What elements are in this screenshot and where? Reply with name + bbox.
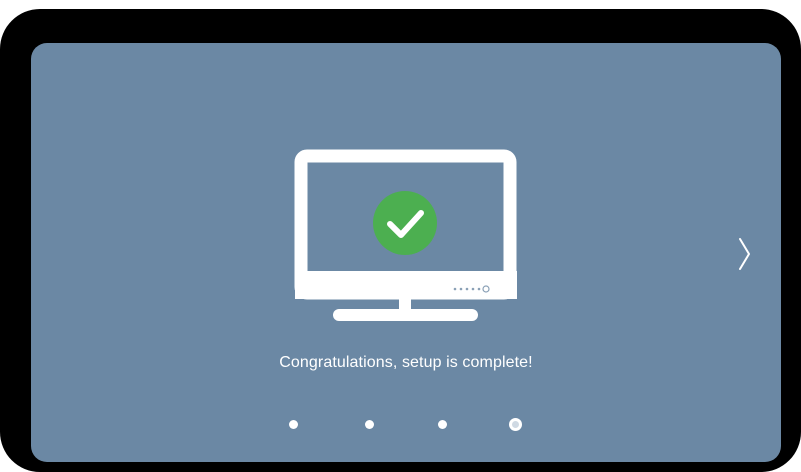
page-dot-2[interactable] <box>365 420 374 429</box>
chevron-right-icon[interactable] <box>734 236 756 272</box>
monitor-illustration <box>294 149 517 321</box>
setup-screen: Congratulations, setup is complete! <box>31 43 781 462</box>
page-dot-1[interactable] <box>289 420 298 429</box>
page-dot-3[interactable] <box>438 420 447 429</box>
checkmark-icon <box>373 191 437 255</box>
device-frame: Congratulations, setup is complete! <box>0 9 801 472</box>
setup-complete-message: Congratulations, setup is complete! <box>279 354 533 371</box>
page-dot-4-active[interactable] <box>509 418 522 431</box>
